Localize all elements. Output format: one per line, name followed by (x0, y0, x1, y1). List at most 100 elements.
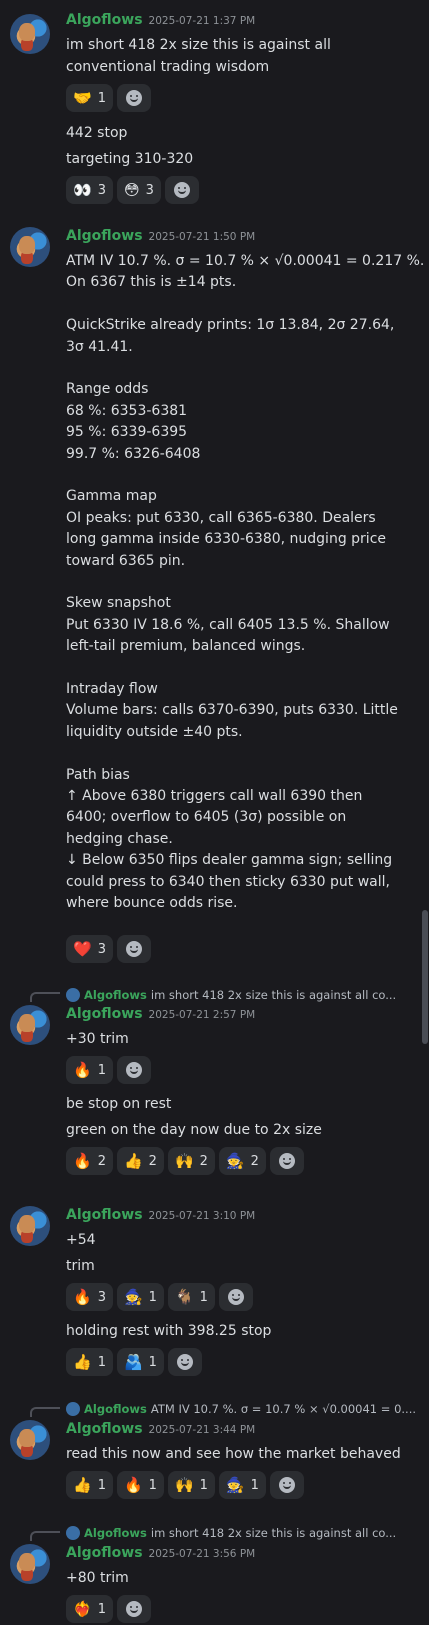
username[interactable]: Algoflows (66, 228, 143, 244)
reply-preview[interactable]: Algoflows im short 418 2x size this is ag… (66, 1526, 396, 1540)
add-reaction-button[interactable] (164, 176, 199, 204)
goat-emoji: 🐐 (174, 1287, 194, 1306)
reaction-chip[interactable]: 🔥 2 (66, 1147, 113, 1175)
timestamp: 2025-07-21 3:56 PM (148, 1548, 256, 1560)
username[interactable]: Algoflows (66, 1207, 143, 1223)
avatar[interactable] (10, 1206, 50, 1246)
username[interactable]: Algoflows (66, 12, 143, 28)
avatar[interactable] (10, 1420, 50, 1460)
add-reaction-button[interactable] (269, 1147, 304, 1175)
username[interactable]: Algoflows (66, 1006, 143, 1022)
message-header: Algoflows 2025-07-21 1:37 PM (66, 12, 255, 28)
add-reaction-button[interactable] (116, 84, 151, 112)
message-header: Algoflows 2025-07-21 3:56 PM (66, 1545, 255, 1561)
message-text: Volume bars: calls 6370-6390, puts 6330.… (66, 702, 398, 719)
avatar[interactable] (10, 1005, 50, 1045)
message-text: 3σ 41.41. (66, 338, 133, 355)
reply-avatar (66, 1402, 80, 1416)
message-text: Put 6330 IV 18.6 %, call 6405 13.5 %. Sh… (66, 616, 390, 633)
reply-text: im short 418 2x size this is against all… (150, 1526, 397, 1540)
reaction-chip[interactable]: 🧙 1 (116, 1283, 164, 1311)
heart-on-fire-emoji: ❤️‍🔥 (73, 1599, 92, 1618)
reaction-chip[interactable]: 🤝 1 (66, 84, 113, 112)
timestamp: 2025-07-21 1:50 PM (148, 231, 256, 243)
reaction-chip[interactable]: 🧙 2 (218, 1147, 266, 1175)
reply-spine (30, 992, 60, 1002)
heart-emoji: ❤️ (73, 939, 92, 958)
reaction-chip[interactable]: ❤️‍🔥 1 (66, 1595, 113, 1623)
message-text: im short 418 2x size this is against all (66, 37, 331, 53)
reply-preview[interactable]: Algoflows im short 418 2x size this is ag… (66, 988, 396, 1002)
message-text: +80 trim (66, 1570, 129, 1586)
add-reaction-button[interactable] (167, 1348, 202, 1376)
username[interactable]: Algoflows (66, 1545, 143, 1561)
reaction-bar: 🔥 1 (66, 1056, 151, 1084)
reaction-bar: 👍 1 🫂 1 (66, 1348, 202, 1376)
reaction-count: 1 (148, 1354, 157, 1370)
reaction-chip[interactable]: ❤️ 3 (66, 935, 113, 963)
wizard-emoji: 🧙 (225, 1475, 245, 1494)
message-text: 99.7 %: 6326-6408 (66, 445, 201, 462)
smiley-icon (125, 90, 142, 106)
reaction-count: 2 (199, 1153, 208, 1169)
reaction-chip[interactable]: 🙌 1 (167, 1471, 215, 1499)
add-reaction-button[interactable] (218, 1283, 253, 1311)
message-text: +30 trim (66, 1031, 129, 1047)
reaction-chip[interactable]: 🐐 1 (167, 1283, 215, 1311)
smiley-icon (125, 941, 142, 957)
thumbs-up-emoji: 👍 (73, 1352, 92, 1371)
reaction-chip[interactable]: 👍 1 (66, 1471, 113, 1499)
reaction-chip[interactable]: 🔥 1 (116, 1471, 164, 1499)
message-header: Algoflows 2025-07-21 1:50 PM (66, 228, 255, 244)
reaction-chip[interactable]: 😳 3 (116, 176, 161, 204)
reaction-chip[interactable]: 👍 2 (116, 1147, 164, 1175)
eyes-emoji: 👀 (73, 180, 92, 199)
reply-spine (30, 1407, 60, 1417)
reaction-chip[interactable]: 🔥 3 (66, 1283, 113, 1311)
add-reaction-button[interactable] (269, 1471, 304, 1499)
reaction-count: 1 (148, 1477, 157, 1493)
reaction-chip[interactable]: 👍 1 (66, 1348, 113, 1376)
reaction-bar: ❤️‍🔥 1 (66, 1595, 151, 1623)
reaction-count: 1 (199, 1477, 208, 1493)
message-text: targeting 310-320 (66, 151, 194, 167)
reply-text: im short 418 2x size this is against all… (150, 988, 397, 1002)
add-reaction-button[interactable] (116, 1595, 151, 1623)
message-text: 95 %: 6339-6395 (66, 424, 188, 441)
username[interactable]: Algoflows (66, 1421, 143, 1437)
message-text: +54 (66, 1232, 96, 1248)
hug-emoji: 🫂 (123, 1352, 143, 1371)
reaction-count: 1 (97, 1354, 106, 1370)
fire-emoji: 🔥 (73, 1060, 92, 1079)
add-reaction-button[interactable] (116, 935, 151, 963)
reaction-count: 2 (250, 1153, 259, 1169)
avatar[interactable] (10, 227, 50, 267)
reaction-count: 1 (148, 1289, 157, 1305)
message-text: On 6367 this is ±14 pts. (66, 274, 237, 291)
scrollbar-thumb[interactable] (422, 910, 428, 1044)
avatar[interactable] (10, 14, 50, 54)
reaction-count: 2 (148, 1153, 157, 1169)
reaction-chip[interactable]: 🙌 2 (167, 1147, 215, 1175)
message-text: could press to 6340 then sticky 6330 put… (66, 873, 390, 890)
fire-emoji: 🔥 (73, 1151, 92, 1170)
message-text: holding rest with 398.25 stop (66, 1323, 272, 1339)
smiley-icon (278, 1477, 295, 1493)
reaction-bar: 👍 1 🔥 1 🙌 1 🧙 1 (66, 1471, 304, 1499)
add-reaction-button[interactable] (116, 1056, 151, 1084)
avatar[interactable] (10, 1544, 50, 1584)
reaction-chip[interactable]: 🫂 1 (116, 1348, 164, 1376)
smiley-icon (278, 1153, 295, 1169)
smiley-icon (227, 1289, 244, 1305)
reaction-count: 3 (97, 1289, 106, 1305)
reply-preview[interactable]: Algoflows ATM IV 10.7 %. σ = 10.7 % × √0.… (66, 1402, 416, 1416)
reaction-chip[interactable]: 👀 3 (66, 176, 113, 204)
reply-username: Algoflows (84, 1526, 147, 1540)
reaction-chip[interactable]: 🧙 1 (218, 1471, 266, 1499)
message-text: hedging chase. (66, 830, 173, 847)
message-text: be stop on rest (66, 1096, 172, 1112)
scrollbar[interactable] (420, 0, 428, 1625)
message-text: green on the day now due to 2x size (66, 1122, 322, 1138)
reaction-chip[interactable]: 🔥 1 (66, 1056, 113, 1084)
message-text: Gamma map (66, 488, 157, 505)
